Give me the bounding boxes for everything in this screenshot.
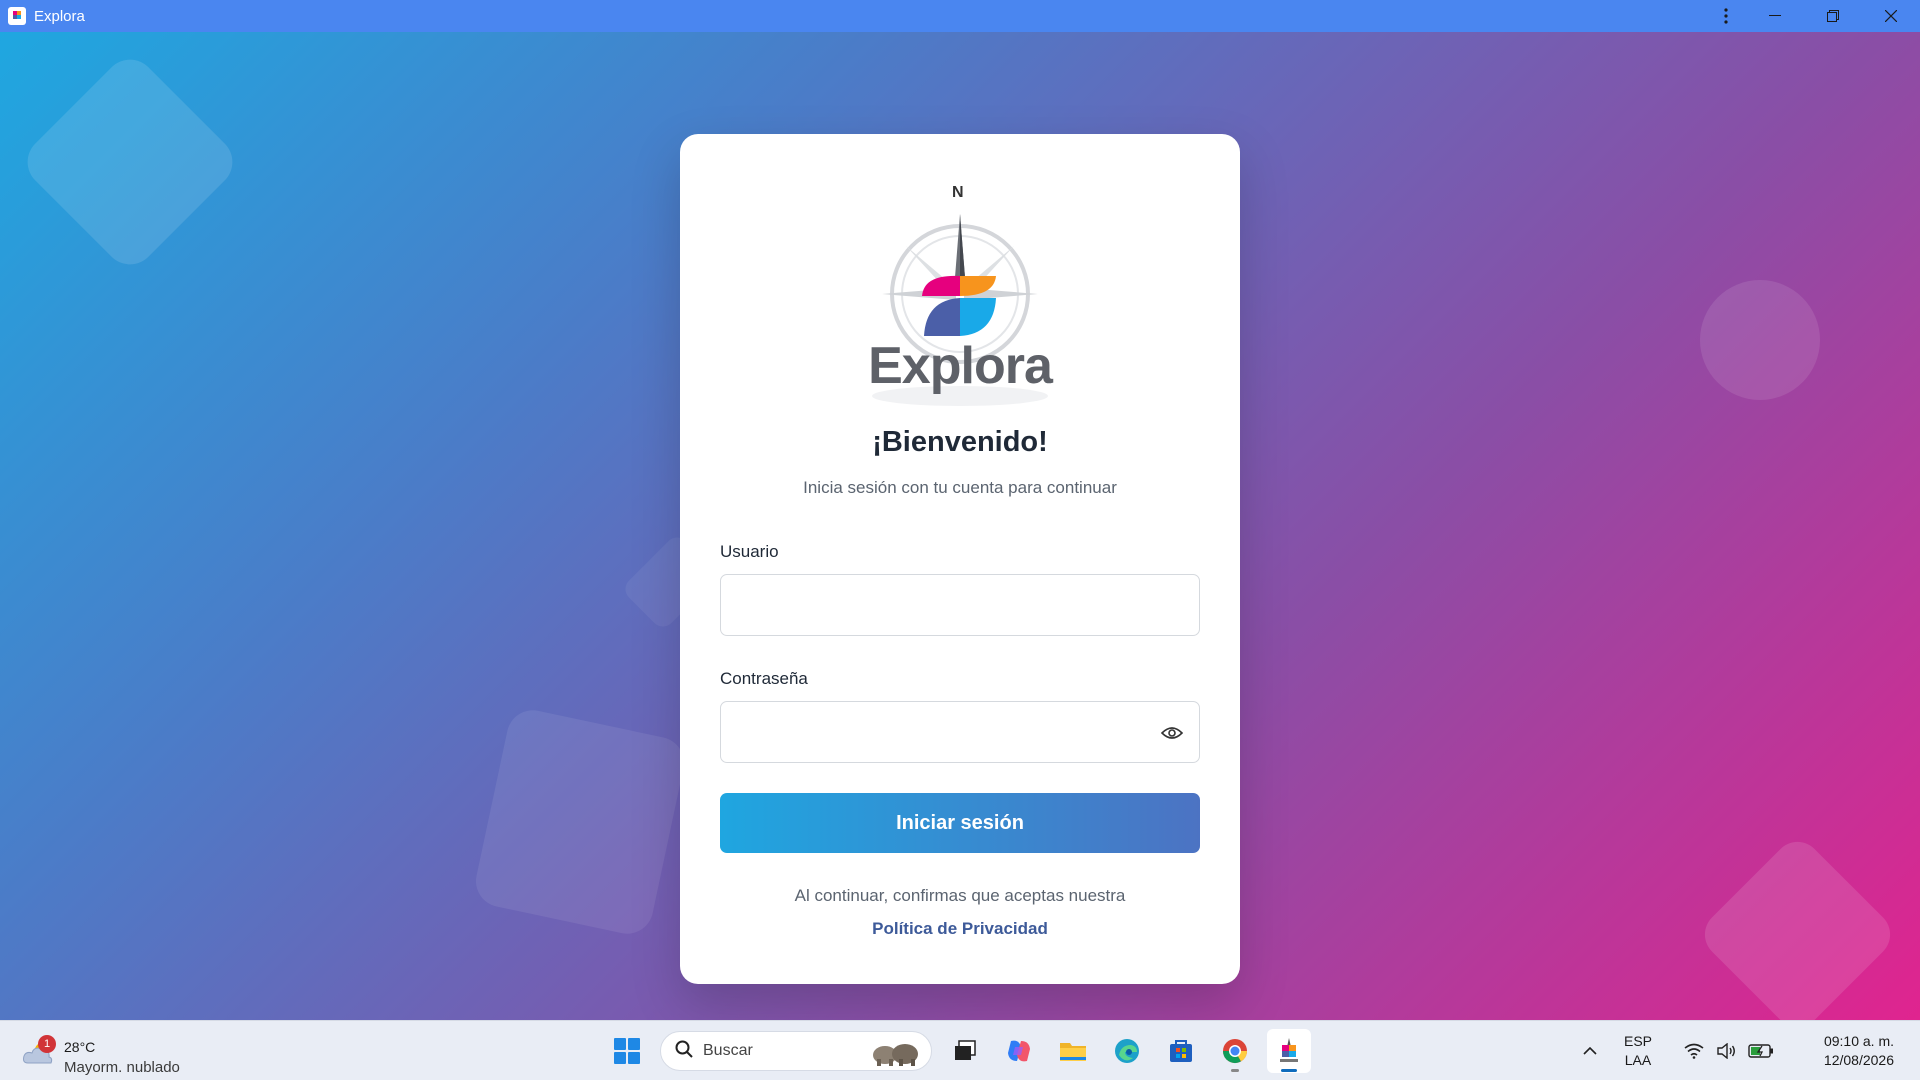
login-background: N Explora ¡Bienvenido! Inicia sesión con… (0, 32, 1920, 1020)
restore-button[interactable] (1804, 0, 1862, 32)
password-label: Contraseña (720, 669, 808, 688)
more-options-icon[interactable] (1706, 0, 1746, 32)
file-explorer-icon[interactable] (1051, 1029, 1095, 1073)
clock[interactable]: 09:10 a. m. 12/08/2026 (1790, 1032, 1920, 1070)
decorative-circle (1700, 280, 1820, 400)
edge-icon[interactable] (1105, 1029, 1149, 1073)
keyboard-layout: LAA (1624, 1052, 1652, 1068)
language-code: ESP (1623, 1033, 1652, 1049)
search-icon (675, 1040, 693, 1063)
task-view-icon[interactable] (943, 1029, 987, 1073)
show-password-icon[interactable] (1160, 722, 1184, 744)
explora-app-icon (8, 7, 26, 25)
system-tray: ESP LAA 09:10 a. m. 12/08/2026 (1572, 1021, 1920, 1080)
window-title: Explora (34, 7, 85, 25)
microsoft-store-icon[interactable] (1159, 1029, 1203, 1073)
explora-logo: N Explora (860, 184, 1060, 414)
clock-time: 09:10 a. m. (1823, 1033, 1894, 1049)
clock-date: 12/08/2026 (1823, 1052, 1894, 1068)
consent-text: Al continuar, confirmas que aceptas nues… (794, 886, 1126, 905)
logo-compass-letter: N (952, 184, 964, 201)
copilot-icon[interactable] (997, 1029, 1041, 1073)
taskbar-search-box[interactable]: Buscar (660, 1031, 932, 1071)
active-indicator (1281, 1069, 1297, 1072)
window-titlebar: Explora (0, 0, 1920, 32)
running-indicator (1231, 1069, 1239, 1072)
decorative-diamond (16, 48, 244, 276)
chrome-icon[interactable] (1213, 1029, 1257, 1073)
search-placeholder: Buscar (703, 1042, 753, 1059)
battery-charging-icon (1748, 1044, 1774, 1058)
logo-wordmark: Explora (868, 337, 1053, 395)
username-label: Usuario (720, 542, 779, 561)
weather-widget[interactable]: 1 28°C Mayorm. nublado (20, 1029, 200, 1076)
chevron-up-icon[interactable] (1572, 1047, 1608, 1055)
explora-taskbar-icon[interactable] (1267, 1029, 1311, 1073)
search-highlight-image (867, 1037, 923, 1067)
windows-start-icon[interactable] (605, 1029, 649, 1073)
quick-settings[interactable] (1678, 1043, 1780, 1059)
weather-temperature: 28°C (64, 1039, 96, 1055)
decorative-diamond (1694, 831, 1901, 1020)
login-button-label: Iniciar sesión (896, 811, 1024, 834)
taskbar-apps: Buscar (600, 1029, 1316, 1073)
login-button[interactable]: Iniciar sesión (720, 793, 1200, 853)
decorative-square (471, 705, 689, 939)
privacy-policy-container: Política de Privacidad (680, 919, 1240, 939)
privacy-policy-link[interactable]: Política de Privacidad (872, 919, 1048, 938)
password-input[interactable] (720, 701, 1200, 763)
volume-icon (1716, 1043, 1736, 1059)
login-card: N Explora ¡Bienvenido! Inicia sesión con… (680, 134, 1240, 984)
input-language[interactable]: ESP LAA (1608, 1032, 1668, 1070)
welcome-subtitle: Inicia sesión con tu cuenta para continu… (803, 478, 1117, 497)
username-input[interactable] (720, 574, 1200, 636)
wifi-icon (1684, 1043, 1704, 1059)
welcome-heading: ¡Bienvenido! (872, 426, 1048, 458)
taskbar: 1 28°C Mayorm. nublado Buscar ESP LAA 09… (0, 1020, 1920, 1080)
weather-condition: Mayorm. nublado (64, 1059, 180, 1076)
close-button[interactable] (1862, 0, 1920, 32)
minimize-button[interactable] (1746, 0, 1804, 32)
weather-alert-badge: 1 (38, 1035, 56, 1053)
